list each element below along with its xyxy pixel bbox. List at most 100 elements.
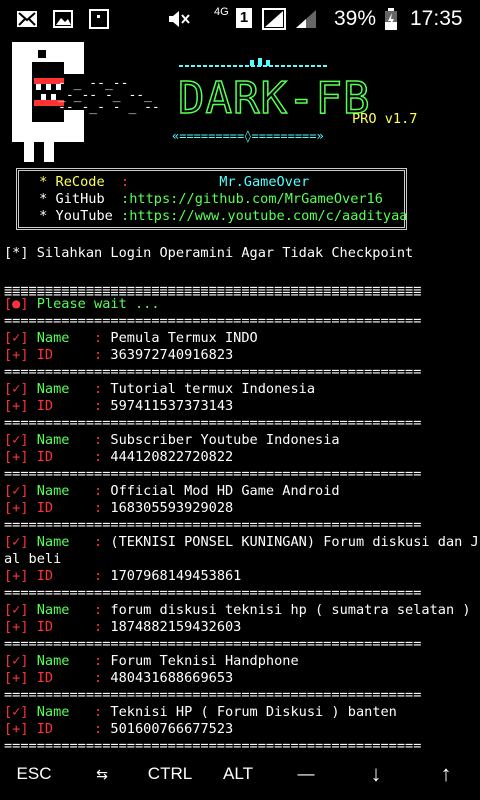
app-title: DARK-FB (177, 73, 371, 124)
plus-mark: [+] (4, 568, 29, 584)
github-row: * GitHub :https://github.com/MrGameOver1… (31, 191, 383, 208)
separator: ========================================… (4, 415, 421, 431)
name-label: Name (28, 602, 95, 618)
group-name-row: [✓] Name : Subscriber Youtube Indonesia (4, 432, 340, 449)
github-link[interactable]: https://github.com/MrGameOver16 (129, 191, 383, 207)
dash-key[interactable]: — (272, 758, 340, 800)
signal-sim1-icon (262, 8, 286, 30)
app-notification-icon (89, 9, 109, 29)
plus-mark: [+] (4, 619, 29, 635)
name-colon: : (94, 381, 111, 397)
plus-mark: [+] (4, 670, 29, 686)
name-label: Name (28, 653, 95, 669)
group-name: Teknisi HP ( Forum Diskusi ) banten (110, 704, 397, 720)
group-name-row: [✓] Name : forum diskusi teknisi hp ( su… (4, 602, 471, 619)
check-mark: [✓] (4, 483, 29, 499)
group-name: Official Mod HD Game Android (110, 483, 340, 499)
name-colon: : (94, 534, 111, 550)
id-label: ID (28, 347, 95, 363)
name-colon: : (94, 432, 111, 448)
plus-mark: [+] (4, 500, 29, 516)
youtube-link[interactable]: https://www.youtube.com/c/aadityaa (129, 208, 407, 224)
check-mark: [✓] (4, 432, 29, 448)
extra-keys-bar: ESC ⇆ CTRL ALT — ↓ ↑ (0, 758, 480, 800)
arrow-down-key[interactable]: ↓ (340, 758, 412, 800)
id-colon: : (94, 619, 111, 635)
id-colon: : (94, 347, 111, 363)
group-name-row: [✓] Name : Forum Teknisi Handphone (4, 653, 299, 670)
group-id: 480431688669653 (110, 670, 234, 686)
plus-mark: [+] (4, 347, 29, 363)
separator: ========================================… (4, 466, 421, 482)
name-colon: : (94, 704, 111, 720)
group-id-row: [+] ID : 1874882159432603 (4, 619, 241, 636)
wait-text: Please wait ... (28, 296, 160, 312)
battery-charging-icon (385, 8, 397, 30)
group-id: 597411537373143 (110, 398, 234, 414)
youtube-label: * YouTube (31, 208, 122, 224)
group-id: 444120822720822 (110, 449, 234, 465)
plus-mark: [+] (4, 721, 29, 737)
sim-slot-badge: 1 (236, 8, 252, 28)
github-separator: : (121, 191, 130, 207)
id-label: ID (28, 449, 95, 465)
separator: ========================================… (4, 585, 421, 601)
group-id: 1707968149453861 (110, 568, 242, 584)
terminal-output[interactable]: - _ --_-- _-_-- -_ --_ -- -_- - _ -- DAR… (0, 38, 480, 758)
arrow-up-key[interactable]: ↑ (412, 758, 480, 800)
title-underline: «=========◊=========» (172, 129, 324, 143)
group-id-row: [+] ID : 168305593929028 (4, 500, 233, 517)
group-id-row: [+] ID : 444120822720822 (4, 449, 233, 466)
network-type: 4G (214, 6, 229, 18)
id-label: ID (28, 568, 95, 584)
group-name-row: [✓] Name : Tutorial termux Indonesia (4, 381, 315, 398)
youtube-row: * YouTube :https://www.youtube.com/c/aad… (31, 208, 407, 225)
group-id-row: [+] ID : 597411537373143 (4, 398, 233, 415)
recode-value: Mr.GameOver (137, 174, 310, 190)
wait-bullet: [●] (4, 296, 29, 312)
name-colon: : (94, 483, 111, 499)
separator: ========================================… (4, 636, 421, 652)
name-label: Name (28, 330, 95, 346)
youtube-separator: : (121, 208, 130, 224)
group-id: 1874882159432603 (110, 619, 242, 635)
alt-key[interactable]: ALT (204, 758, 272, 800)
check-mark: [✓] (4, 534, 29, 550)
name-label: Name (28, 704, 95, 720)
group-id-row: [+] ID : 480431688669653 (4, 670, 233, 687)
check-mark: [✓] (4, 381, 29, 397)
clock: 17:35 (410, 7, 463, 30)
id-label: ID (28, 398, 95, 414)
group-id-row: [+] ID : 1707968149453861 (4, 568, 241, 585)
esc-key[interactable]: ESC (0, 758, 68, 800)
id-colon: : (94, 670, 111, 686)
separator: ========================================… (4, 687, 421, 703)
group-name: Forum Teknisi Handphone (110, 653, 299, 669)
group-name-row: [✓] Name : Teknisi HP ( Forum Diskusi ) … (4, 704, 397, 721)
id-colon: : (94, 568, 111, 584)
group-name-row: [✓] Name : Pemula Termux INDO (4, 330, 258, 347)
battery-percent: 39% (334, 7, 377, 30)
recode-label: * ReCode (31, 174, 122, 190)
check-mark: [✓] (4, 602, 29, 618)
github-label: * GitHub (31, 191, 122, 207)
status-bar: 4G 1 39% 17:35 (0, 0, 480, 38)
ascii-dashes: - _ --_-- _-_-- -_ --_ -- -_- - _ -- (58, 76, 160, 115)
separator: ========================================… (4, 517, 421, 533)
name-colon: : (94, 330, 111, 346)
ctrl-key[interactable]: CTRL (136, 758, 204, 800)
credits-box: * ReCode : Mr.GameOver * GitHub :https:/… (16, 168, 407, 230)
id-label: ID (28, 721, 95, 737)
id-label: ID (28, 670, 95, 686)
group-name: Subscriber Youtube Indonesia (110, 432, 340, 448)
group-id: 363972740916823 (110, 347, 234, 363)
name-label: Name (28, 381, 95, 397)
check-mark: [✓] (4, 653, 29, 669)
id-colon: : (94, 449, 111, 465)
signal-sim2-icon (296, 10, 316, 28)
tab-key[interactable]: ⇆ (68, 758, 136, 800)
group-name-continuation: al beli (4, 551, 62, 567)
group-id: 501600766677523 (110, 721, 234, 737)
id-label: ID (28, 619, 95, 635)
gallery-icon (53, 10, 73, 28)
